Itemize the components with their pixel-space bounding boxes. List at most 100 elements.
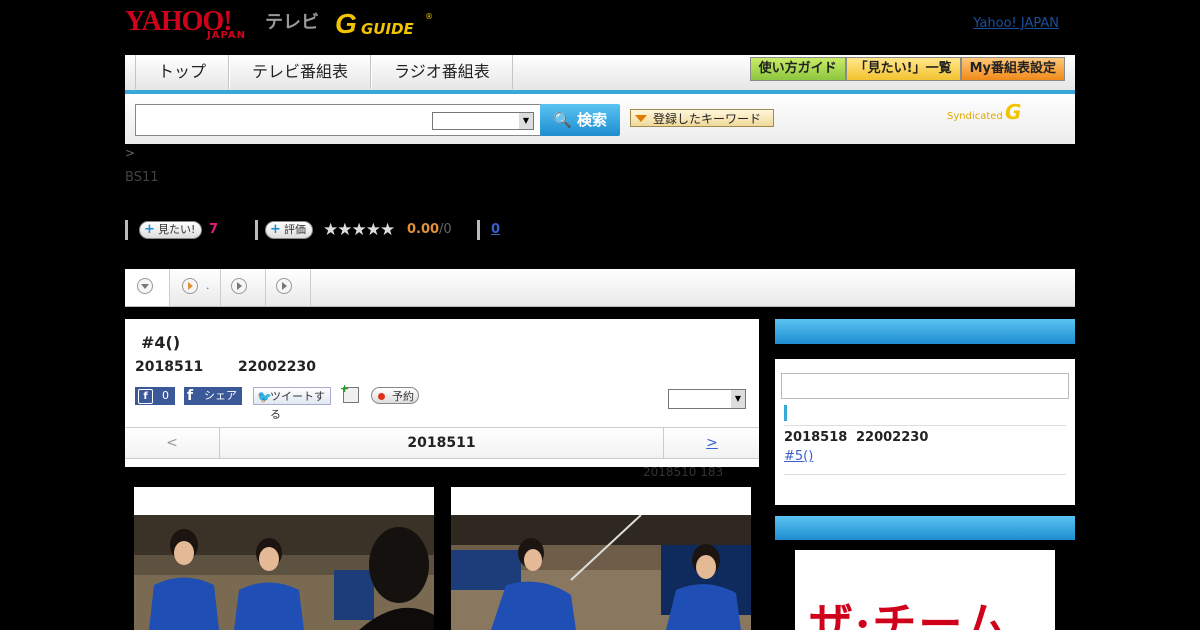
nav-right-buttons: 使い方ガイド 「見たい!」一覧 My番組表設定 <box>749 57 1065 81</box>
review-count-link[interactable]: 0 <box>491 222 500 237</box>
tab-tv-schedule[interactable]: テレビ番組表 <box>229 55 372 89</box>
prev-date-button[interactable]: < <box>125 428 220 458</box>
next-episode-link[interactable]: #5() <box>784 449 879 464</box>
facebook-icon: f <box>138 389 153 404</box>
facebook-count: 0 <box>162 389 169 402</box>
search-button[interactable]: 🔍 検索 <box>540 104 620 136</box>
promo-header <box>775 516 1075 540</box>
search-bar: ▼ 🔍 検索 登録したキーワード Syndicated G <box>125 94 1075 144</box>
main-nav: トップ テレビ番組表 ラジオ番組表 使い方ガイド 「見たい!」一覧 My番組表設… <box>125 55 1075 94</box>
tweet-button[interactable]: 🐦 ツイートする <box>253 387 331 421</box>
divider <box>125 220 128 240</box>
program-time: 22002230 <box>238 359 316 375</box>
next-episode-header <box>775 319 1075 344</box>
rating-score: 0.00 <box>407 222 440 237</box>
circle-play-icon <box>276 278 292 294</box>
star-rating: ★★★★★ <box>323 220 395 240</box>
subtab-1[interactable]: . <box>170 269 221 306</box>
share-label: シェア <box>204 389 237 402</box>
syndicated-gguide-logo: Syndicated G <box>947 100 1067 126</box>
next-date-link[interactable]: > <box>663 428 760 458</box>
panel-subheader <box>775 344 1075 359</box>
search-button-label: 検索 <box>576 111 607 129</box>
yahoo-japan-link[interactable]: Yahoo! JAPAN <box>973 16 1059 31</box>
want-button[interactable]: + 見たい! <box>139 221 203 239</box>
record-dot-icon <box>378 393 385 400</box>
panel-input[interactable] <box>781 373 1069 399</box>
want-button-label: 見たい! <box>158 223 196 236</box>
promo-panel: ザ·チーム <box>775 516 1075 630</box>
circle-down-icon <box>137 278 153 294</box>
program-image-2[interactable] <box>451 487 751 630</box>
reserve-label: 予約 <box>392 390 414 403</box>
search-icon: 🔍 <box>553 111 572 129</box>
registered-mark: ® <box>425 12 433 21</box>
tab-radio-schedule[interactable]: ラジオ番組表 <box>371 55 513 89</box>
program-date: 2018511 <box>135 359 204 375</box>
subtab-1-label: . <box>206 279 210 292</box>
date-navigation: < 2018511 > <box>125 427 759 459</box>
gguide-logo-text: GUIDE <box>361 20 414 38</box>
rating-row: + 見たい! 7 + 評価 ★★★★★ 0.00 /0 0 <box>125 220 725 240</box>
badminton-players-photo <box>134 515 434 630</box>
plus-icon: + <box>340 382 350 395</box>
subtab-3[interactable] <box>266 269 311 306</box>
my-schedule-settings-button[interactable]: My番組表設定 <box>960 57 1065 81</box>
badminton-match-photo <box>451 515 751 630</box>
tv-logo-text[interactable]: テレビ <box>265 8 319 34</box>
promo-banner[interactable]: ザ·チーム <box>795 550 1055 630</box>
rate-button-label: 評価 <box>284 223 306 236</box>
gguide-logo[interactable]: G GUIDE ® <box>335 8 435 40</box>
chevron-down-icon: ▼ <box>731 390 745 408</box>
plus-icon: + <box>270 222 281 237</box>
update-note: 2018510 183 <box>643 465 724 479</box>
circle-play-icon <box>182 278 198 294</box>
syndicated-text: Syndicated <box>947 111 1003 122</box>
program-image-1[interactable] <box>134 487 434 630</box>
breadcrumb[interactable]: > <box>125 146 135 160</box>
search-category-select[interactable]: ▼ <box>432 112 534 130</box>
program-panel: #4() 2018511 22002230 f 0 f シェア 🐦 ツイートする… <box>125 319 759 467</box>
page: YAHOO! JAPAN テレビ G GUIDE ® Yahoo! JAPAN … <box>125 0 1075 630</box>
current-date: 2018511 <box>407 435 476 451</box>
saved-keywords-label: 登録したキーワード <box>653 112 762 126</box>
next-episode-time: 22002230 <box>856 430 929 445</box>
guide-button[interactable]: 使い方ガイド <box>749 57 846 81</box>
channel-name: BS11 <box>125 170 159 185</box>
chevron-down-icon: ▼ <box>519 113 533 129</box>
divider <box>255 220 258 240</box>
divider <box>477 220 480 240</box>
facebook-like-button[interactable]: f 0 <box>135 387 175 405</box>
facebook-share-button[interactable]: f シェア <box>184 387 242 405</box>
dropdown-triangle-icon <box>635 115 647 122</box>
saved-keywords-button[interactable]: 登録したキーワード <box>630 109 774 127</box>
tab-top[interactable]: トップ <box>135 55 230 89</box>
tweet-label: ツイートする <box>270 390 325 421</box>
japan-logo-text: JAPAN <box>207 30 246 41</box>
divider <box>784 474 1066 475</box>
reserve-button[interactable]: 予約 <box>371 387 419 404</box>
program-subtabs: . <box>125 269 1075 307</box>
rate-button[interactable]: + 評価 <box>265 221 313 239</box>
add-calendar-icon[interactable]: + <box>340 382 359 403</box>
plus-icon: + <box>144 222 155 237</box>
gguide-g-mark: G <box>335 8 357 39</box>
program-action-select[interactable]: ▼ <box>668 389 746 409</box>
twitter-bird-icon: 🐦 <box>257 390 272 404</box>
subtab-2[interactable] <box>221 269 266 306</box>
facebook-icon: f <box>187 388 194 404</box>
divider <box>784 425 1066 426</box>
want-count: 7 <box>209 222 219 237</box>
circle-play-icon <box>231 278 247 294</box>
section-marker <box>784 405 787 421</box>
next-episode-date: 2018518 <box>784 430 848 445</box>
rating-total: /0 <box>439 222 452 237</box>
want-list-button[interactable]: 「見たい!」一覧 <box>845 57 961 81</box>
gguide-small-mark: G <box>1005 100 1022 124</box>
yahoo-japan-logo[interactable]: YAHOO! JAPAN <box>125 6 262 42</box>
promo-banner-text: ザ·チーム <box>809 599 1009 630</box>
next-episode-panel: 2018518 22002230 #5() <box>775 319 1075 505</box>
subtab-overview[interactable] <box>125 269 170 306</box>
program-title: #4() <box>141 333 181 352</box>
nav-tabs: トップ テレビ番組表 ラジオ番組表 <box>135 55 513 89</box>
